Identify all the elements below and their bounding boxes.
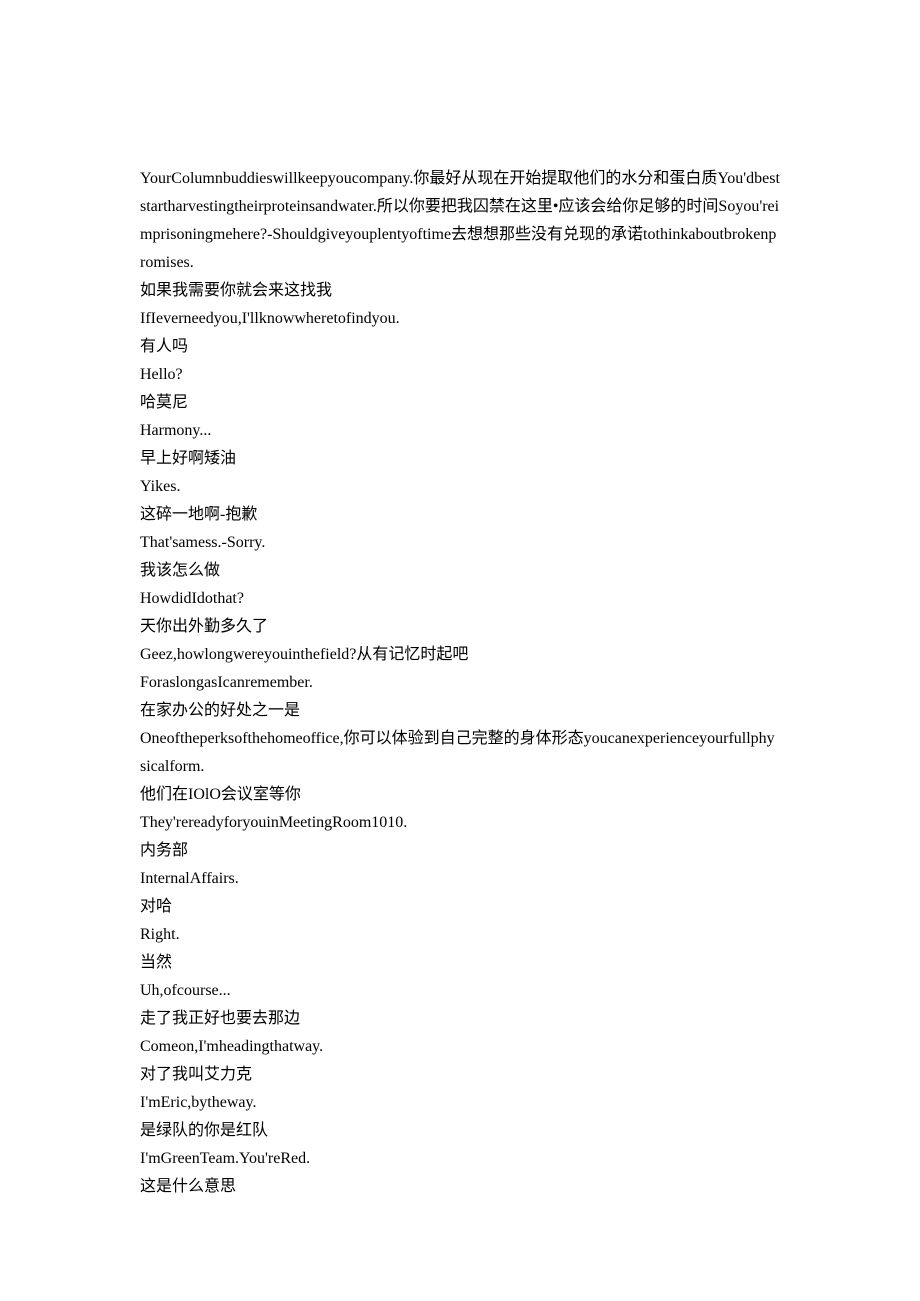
text-line: 走了我正好也要去那边 (140, 1005, 780, 1033)
text-line: I'mEric,bytheway. (140, 1089, 780, 1117)
text-line: 我该怎么做 (140, 557, 780, 585)
text-line: 早上好啊矮油 (140, 445, 780, 473)
text-line: IfIeverneedyou,I'llknowwheretofindyou. (140, 305, 780, 333)
text-line: They'rereadyforyouinMeetingRoom1010. (140, 809, 780, 837)
text-line: YourColumnbuddieswillkeepyoucompany.你最好从… (140, 165, 780, 277)
text-line: 对了我叫艾力克 (140, 1061, 780, 1089)
text-line: Geez,howlongwereyouinthefield?从有记忆时起吧 (140, 641, 780, 669)
text-line: 是绿队的你是红队 (140, 1117, 780, 1145)
text-line: 如果我需要你就会来这找我 (140, 277, 780, 305)
text-line: Harmony... (140, 417, 780, 445)
text-line: 在家办公的好处之一是 (140, 697, 780, 725)
text-line: Uh,ofcourse... (140, 977, 780, 1005)
text-line: InternalAffairs. (140, 865, 780, 893)
text-line: 这是什么意思 (140, 1173, 780, 1201)
text-line: Right. (140, 921, 780, 949)
text-line: That'samess.-Sorry. (140, 529, 780, 557)
document-page: YourColumnbuddieswillkeepyoucompany.你最好从… (0, 0, 920, 1301)
text-line: Hello? (140, 361, 780, 389)
text-line: I'mGreenTeam.You'reRed. (140, 1145, 780, 1173)
text-line: 哈莫尼 (140, 389, 780, 417)
text-line: ForaslongasIcanremember. (140, 669, 780, 697)
text-line: 他们在IOlO会议室等你 (140, 781, 780, 809)
text-line: 内务部 (140, 837, 780, 865)
text-line: 当然 (140, 949, 780, 977)
text-line: 有人吗 (140, 333, 780, 361)
text-line: Yikes. (140, 473, 780, 501)
text-line: 对哈 (140, 893, 780, 921)
text-line: 这碎一地啊-抱歉 (140, 501, 780, 529)
text-line: Oneoftheperksofthehomeoffice,你可以体验到自己完整的… (140, 725, 780, 781)
text-line: 天你出外勤多久了 (140, 613, 780, 641)
text-block: YourColumnbuddieswillkeepyoucompany.你最好从… (140, 165, 780, 1201)
text-line: Comeon,I'mheadingthatway. (140, 1033, 780, 1061)
text-line: HowdidIdothat? (140, 585, 780, 613)
